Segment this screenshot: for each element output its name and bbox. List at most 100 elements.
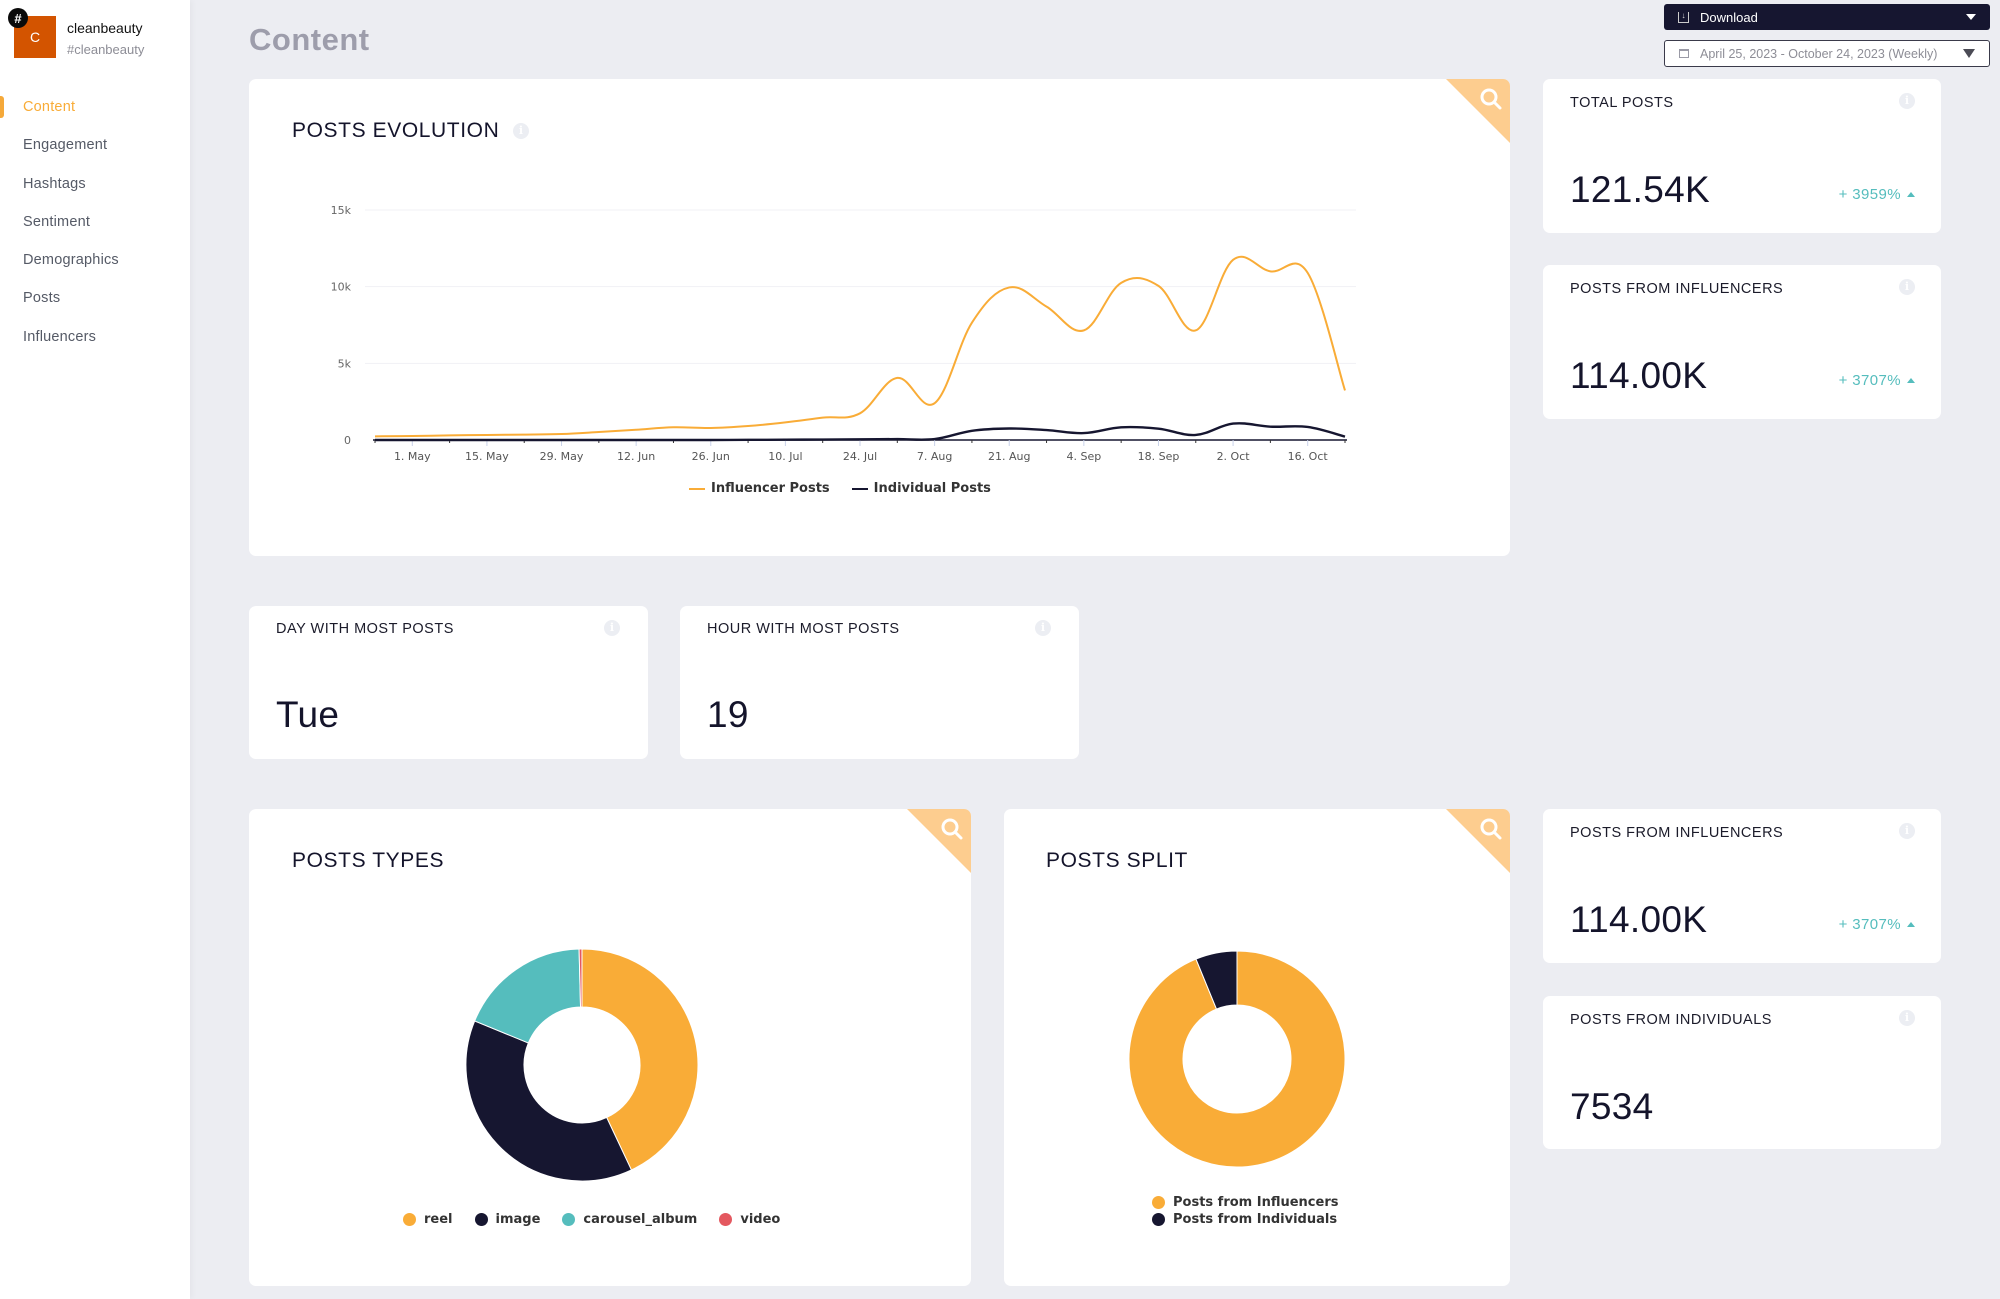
x-tick-label: 2. Oct xyxy=(1217,450,1251,463)
x-tick-label: 21. Aug xyxy=(988,450,1030,463)
info-icon[interactable]: i xyxy=(1899,823,1915,839)
legend-label: Influencer Posts xyxy=(711,481,830,496)
info-icon[interactable]: i xyxy=(604,620,620,636)
brand-handle: #cleanbeauty xyxy=(67,42,145,57)
stat-value: 19 xyxy=(707,694,749,735)
legend-item-individuals[interactable]: Posts from Individuals xyxy=(1152,1212,1337,1227)
download-label: Download xyxy=(1700,9,1758,25)
legend-label: video xyxy=(740,1212,781,1227)
stat-label: POSTS FROM INDIVIDUALS xyxy=(1570,1012,1772,1028)
stat-value: 114.00K xyxy=(1570,355,1708,396)
page-title: Content xyxy=(249,22,370,57)
sidebar-item-engagement[interactable]: Engagement xyxy=(0,126,190,164)
legend-item-individual-posts[interactable]: Individual Posts xyxy=(851,481,991,496)
posts-split-card: POSTS SPLIT Posts from Influencers Posts… xyxy=(1004,809,1510,1286)
y-tick-label: 15k xyxy=(331,204,352,217)
x-tick-label: 12. Jun xyxy=(617,450,655,463)
influencer-posts-card: POSTS FROM INFLUENCERS i 114.00K + 3707% xyxy=(1543,265,1941,419)
stat-value: 7534 xyxy=(1570,1086,1654,1127)
x-tick-label: 26. Jun xyxy=(692,450,730,463)
stat-label: POSTS FROM INFLUENCERS xyxy=(1570,281,1784,297)
sidebar-item-sentiment[interactable]: Sentiment xyxy=(0,203,190,241)
influencer-posts-card-2: POSTS FROM INFLUENCERS i 114.00K + 3707% xyxy=(1543,809,1941,963)
posts-types-card: POSTS TYPES reel image carousel_album vi… xyxy=(249,809,971,1286)
legend-swatch xyxy=(719,1213,733,1226)
legend-swatch xyxy=(689,487,705,490)
sidebar-item-posts[interactable]: Posts xyxy=(0,279,190,317)
x-tick-label: 1. May xyxy=(394,450,431,463)
x-tick-label: 7. Aug xyxy=(917,450,952,463)
legend-item-carousel-album[interactable]: carousel_album xyxy=(562,1212,697,1227)
stat-value: Tue xyxy=(276,694,340,735)
download-icon: ↓ xyxy=(1678,11,1689,23)
info-icon[interactable]: i xyxy=(1035,620,1051,636)
calendar-icon xyxy=(1679,49,1689,58)
donut-slice-image[interactable] xyxy=(465,1020,633,1182)
delta-text: + 3707% xyxy=(1838,372,1901,389)
info-icon[interactable]: i xyxy=(1899,1010,1915,1026)
stat-label: HOUR WITH MOST POSTS xyxy=(707,621,900,637)
y-tick-label: 10k xyxy=(331,281,352,294)
x-tick-label: 15. May xyxy=(465,450,509,463)
stat-value: 114.00K xyxy=(1570,899,1708,940)
total-posts-card: TOTAL POSTS i 121.54K + 3959% xyxy=(1543,79,1941,233)
date-range-picker[interactable]: April 25, 2023 - October 24, 2023 (Weekl… xyxy=(1664,40,1990,67)
x-tick-label: 29. May xyxy=(540,450,584,463)
legend-label: Posts from Individuals xyxy=(1173,1212,1338,1227)
legend-swatch xyxy=(1152,1196,1165,1209)
x-tick-label: 4. Sep xyxy=(1066,450,1101,463)
brand[interactable]: C # cleanbeauty #cleanbeauty xyxy=(8,8,184,60)
posts-evolution-card: POSTS EVOLUTION i 0 5k 10k 15k 1. May 15. Ma… xyxy=(249,79,1510,556)
brand-name: cleanbeauty xyxy=(67,20,143,36)
legend-label: image xyxy=(495,1212,541,1227)
posts-evolution-legend: Influencer Posts Individual Posts xyxy=(689,481,1013,496)
legend-swatch xyxy=(1152,1213,1165,1226)
legend-item-influencer-posts[interactable]: Influencer Posts xyxy=(689,481,830,496)
info-icon[interactable]: i xyxy=(1899,279,1915,295)
delta-text: + 3959% xyxy=(1838,186,1901,203)
sidebar-item-demographics[interactable]: Demographics xyxy=(0,241,190,279)
posts-types-legend: reel image carousel_album video xyxy=(403,1212,802,1227)
hashtag-icon: # xyxy=(8,8,28,28)
stat-label: POSTS FROM INFLUENCERS xyxy=(1570,825,1784,841)
legend-label: Posts from Influencers xyxy=(1173,1195,1339,1210)
legend-item-video[interactable]: video xyxy=(719,1212,780,1227)
delta-text: + 3707% xyxy=(1838,916,1901,933)
legend-item-influencers[interactable]: Posts from Influencers xyxy=(1152,1195,1338,1210)
day-most-posts-card: DAY WITH MOST POSTS i Tue xyxy=(249,606,648,759)
download-button[interactable]: ↓ Download xyxy=(1664,4,1990,30)
x-tick-label: 10. Jul xyxy=(768,450,802,463)
legend-label: Individual Posts xyxy=(873,481,991,496)
hour-most-posts-card: HOUR WITH MOST POSTS i 19 xyxy=(680,606,1079,759)
trend-up-icon xyxy=(1907,378,1915,383)
sidebar-nav: Content Engagement Hashtags Sentiment De… xyxy=(0,88,190,356)
stat-label: DAY WITH MOST POSTS xyxy=(276,621,454,637)
trend-up-icon xyxy=(1907,192,1915,197)
sidebar-item-influencers[interactable]: Influencers xyxy=(0,318,190,356)
individual-posts-card: POSTS FROM INDIVIDUALS i 7534 xyxy=(1543,996,1941,1149)
x-tick-label: 24. Jul xyxy=(843,450,877,463)
stat-delta: + 3707% xyxy=(1839,916,1915,933)
x-tick-label: 16. Oct xyxy=(1288,450,1329,463)
stat-delta: + 3959% xyxy=(1839,186,1915,203)
posts-split-legend: Posts from Influencers Posts from Indivi… xyxy=(1152,1195,1338,1229)
sidebar-item-content[interactable]: Content xyxy=(0,88,190,126)
legend-label: carousel_album xyxy=(583,1212,698,1227)
trend-up-icon xyxy=(1907,922,1915,927)
x-tick-label: 18. Sep xyxy=(1138,450,1180,463)
stat-label: TOTAL POSTS xyxy=(1570,95,1674,111)
y-tick-label: 0 xyxy=(344,434,351,447)
stat-value: 121.54K xyxy=(1570,169,1710,210)
legend-label: reel xyxy=(424,1212,453,1227)
sidebar: C # cleanbeauty #cleanbeauty Content Eng… xyxy=(0,0,190,1299)
chevron-down-icon xyxy=(1963,49,1975,58)
sidebar-item-hashtags[interactable]: Hashtags xyxy=(0,165,190,203)
info-icon[interactable]: i xyxy=(1899,93,1915,109)
stat-delta: + 3707% xyxy=(1839,372,1915,389)
legend-item-image[interactable]: image xyxy=(474,1212,541,1227)
chevron-down-icon xyxy=(1966,14,1976,20)
y-tick-label: 5k xyxy=(338,357,352,370)
legend-item-reel[interactable]: reel xyxy=(403,1212,453,1227)
date-range-label: April 25, 2023 - October 24, 2023 (Weekl… xyxy=(1700,46,1938,61)
legend-swatch xyxy=(403,1213,416,1226)
